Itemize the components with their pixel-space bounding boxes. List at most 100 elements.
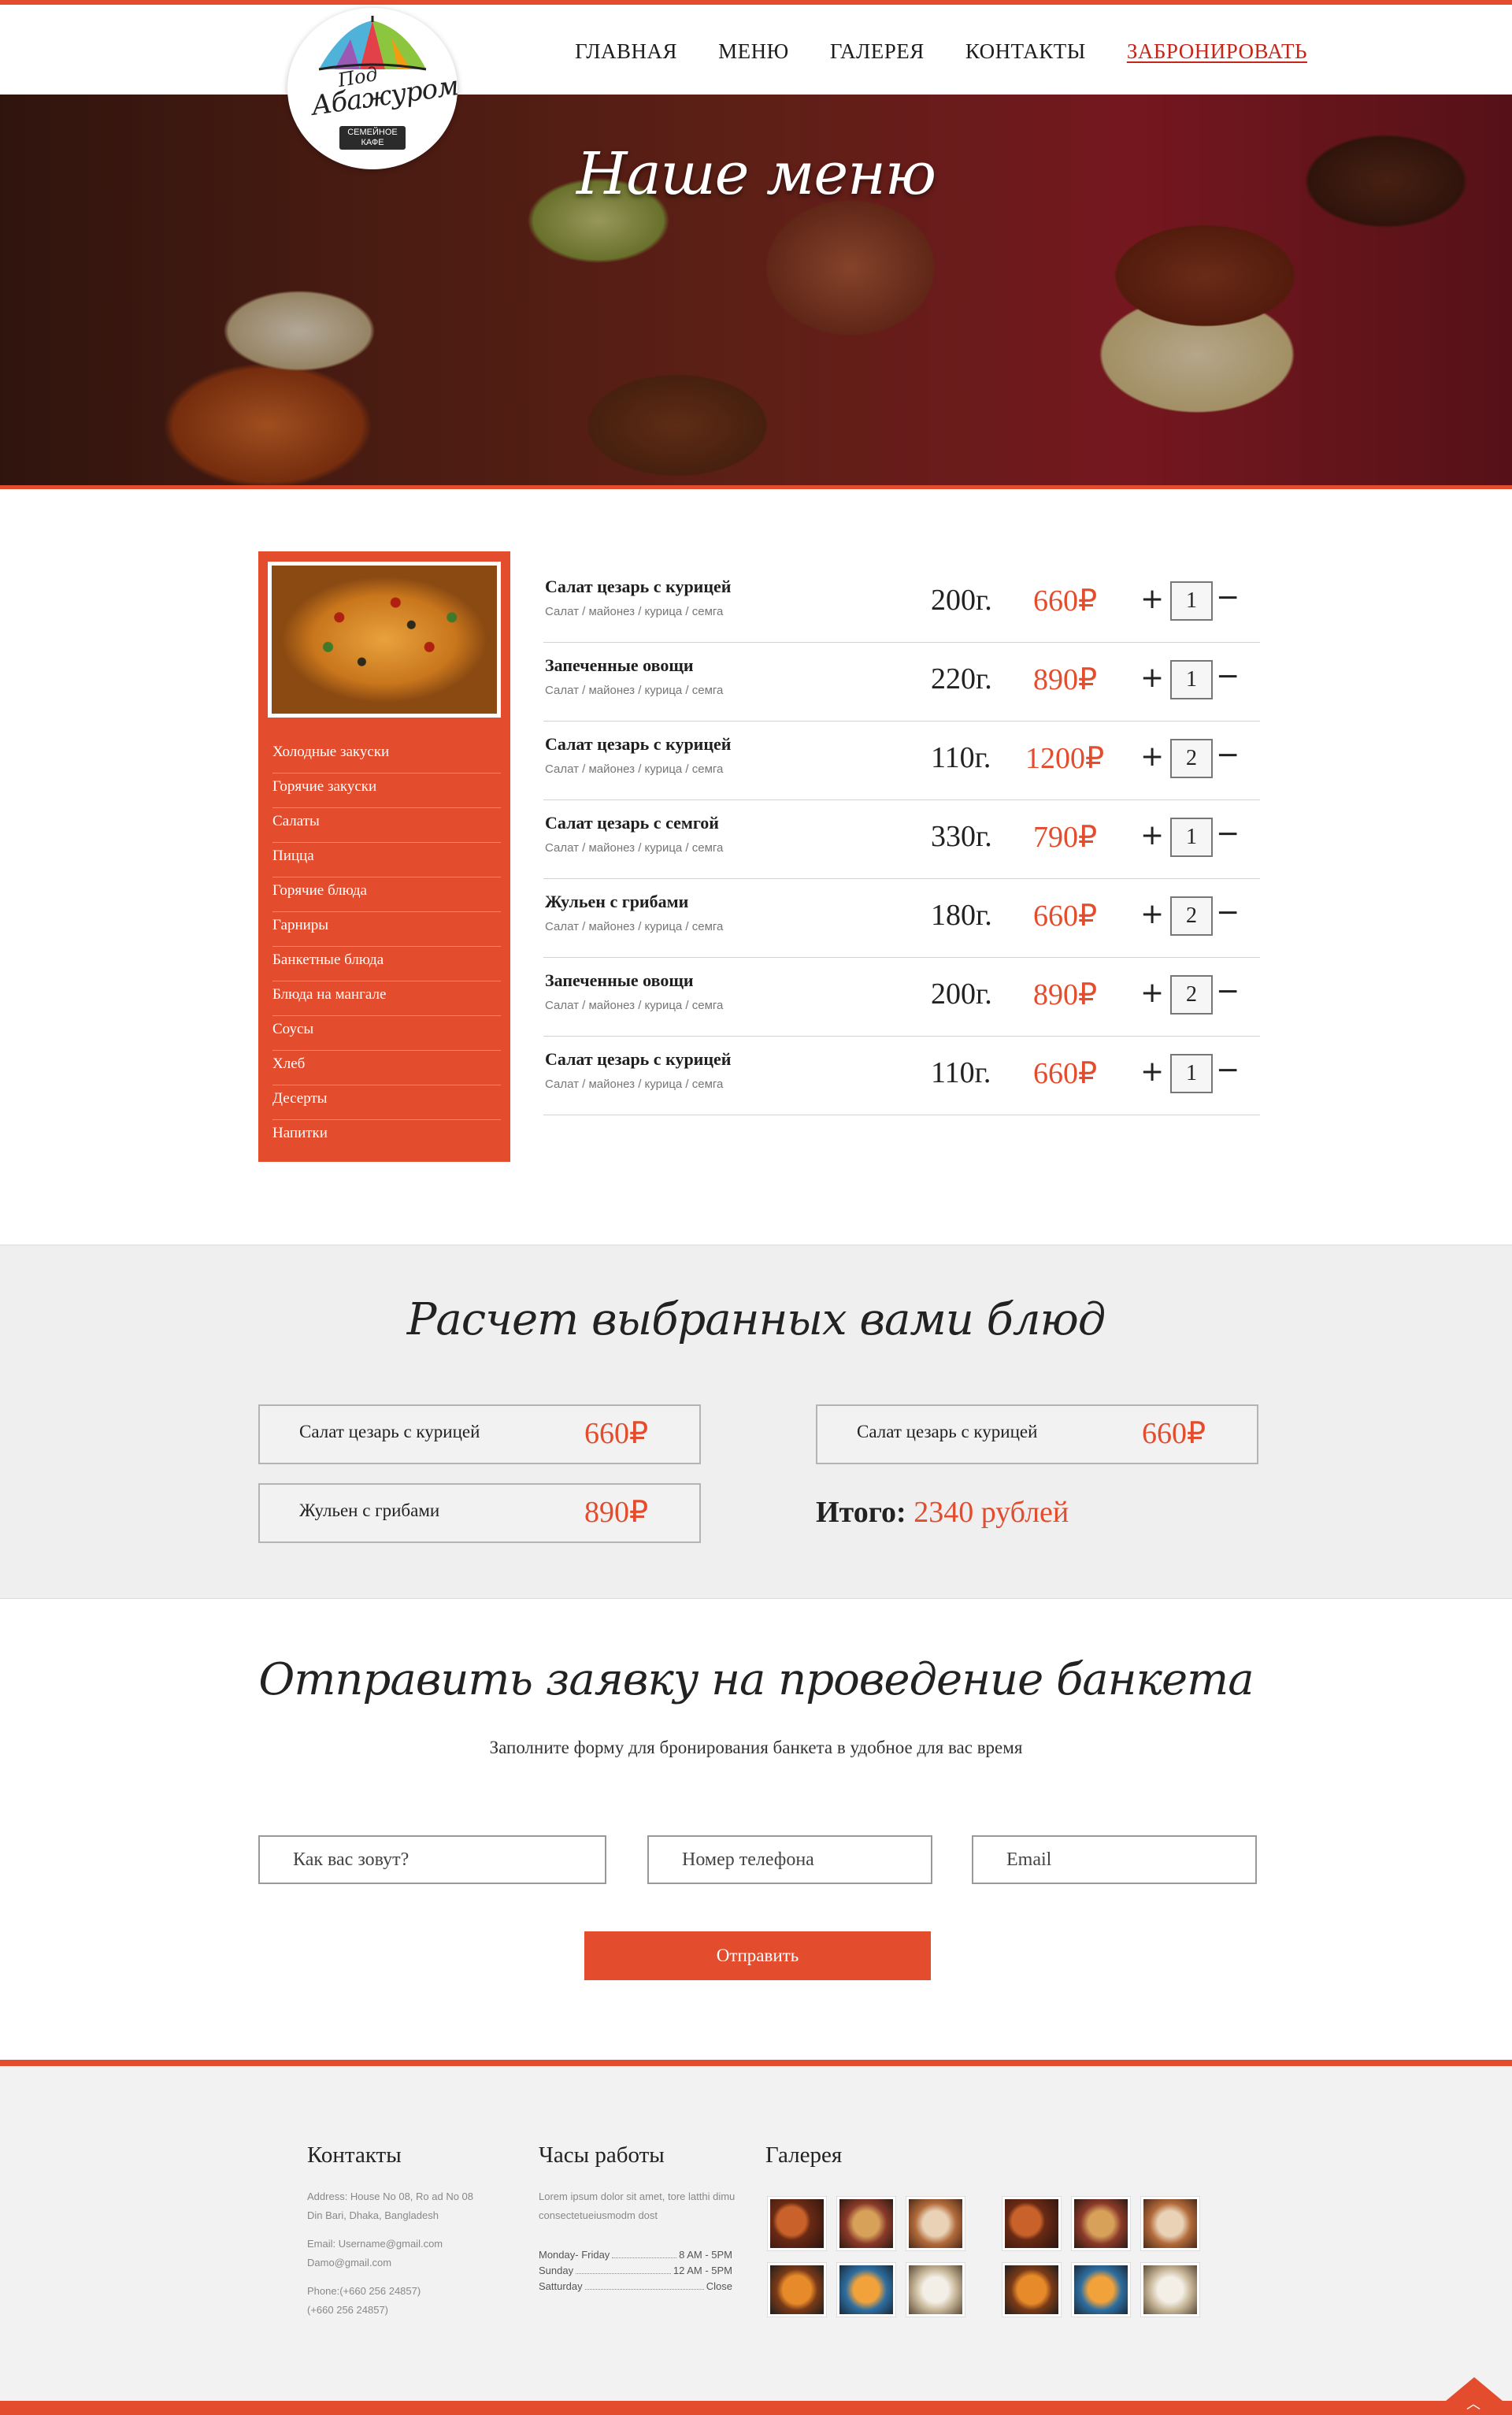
menu-item-price: 660₽ (1033, 1057, 1098, 1090)
category-garnish[interactable]: Гарниры (272, 912, 501, 947)
category-salads[interactable]: Салаты (272, 808, 501, 843)
gallery-thumbnail[interactable] (837, 2197, 895, 2250)
menu-item-weight: 110г. (931, 741, 991, 774)
category-banquet[interactable]: Банкетные блюда (272, 947, 501, 981)
total-value: 2340 рублей (914, 1496, 1069, 1529)
gallery-thumbnail[interactable] (1141, 2263, 1199, 2317)
menu-item-name: Запеченные овощи (545, 970, 694, 990)
plus-icon[interactable]: + (1140, 977, 1164, 1009)
gallery-thumbnail[interactable] (1072, 2263, 1130, 2317)
header: ГЛАВНАЯ МЕНЮ ГАЛЕРЕЯ КОНТАКТЫ ЗАБРОНИРОВ… (0, 5, 1512, 95)
footer-contacts-title: Контакты (307, 2142, 402, 2168)
gallery-thumbnail[interactable] (837, 2263, 895, 2317)
category-desserts[interactable]: Десерты (272, 1085, 501, 1120)
contact-email[interactable]: Damo@gmail.com (307, 2254, 488, 2272)
gallery-thumbnail[interactable] (1002, 2263, 1061, 2317)
quantity-field[interactable]: 2 (1170, 896, 1213, 936)
menu-list: Салат цезарь с курицей Салат / майонез /… (543, 564, 1260, 1115)
hours-time: 12 AM - 5PM (673, 2265, 732, 2276)
quantity-field[interactable]: 1 (1170, 818, 1213, 857)
pizza-image (268, 562, 501, 718)
minus-icon[interactable]: − (1216, 581, 1240, 614)
gallery-thumbnail[interactable] (906, 2197, 965, 2250)
category-hot-appetizers[interactable]: Горячие закуски (272, 773, 501, 808)
nav-menu[interactable]: МЕНЮ (718, 39, 789, 64)
submit-button[interactable]: Отправить (584, 1931, 931, 1980)
minus-icon[interactable]: − (1216, 975, 1240, 1007)
category-sauces[interactable]: Соусы (272, 1016, 501, 1051)
menu-item-name: Салат цезарь с курицей (545, 734, 732, 754)
minus-icon[interactable]: − (1216, 896, 1240, 929)
selected-dish-card: Салат цезарь с курицей 660₽ (258, 1404, 701, 1464)
gallery-thumbnail[interactable] (906, 2263, 965, 2317)
quantity-field[interactable]: 2 (1170, 739, 1213, 778)
selected-dish-card: Салат цезарь с курицей 660₽ (816, 1404, 1258, 1464)
order-calculation: Расчет выбранных вами блюд Салат цезарь … (0, 1245, 1512, 1599)
selected-dish-price: 660₽ (584, 1417, 649, 1450)
menu-item-description: Салат / майонез / курица / семга (545, 762, 724, 776)
menu-item-weight: 200г. (931, 584, 992, 617)
menu-item-name: Салат цезарь с курицей (545, 1049, 732, 1069)
selected-dish-name: Салат цезарь с курицей (857, 1422, 1038, 1441)
request-subtitle: Заполните форму для бронирования банкета… (489, 1738, 1023, 1757)
contact-phone[interactable]: Phone:(+660 256 24857) (307, 2282, 488, 2301)
plus-icon[interactable]: + (1140, 662, 1164, 694)
nav-gallery[interactable]: ГАЛЕРЕЯ (830, 39, 925, 64)
menu-item-weight: 200г. (931, 978, 992, 1011)
quantity-field[interactable]: 1 (1170, 1054, 1213, 1093)
category-list: Холодные закуски Горячие закуски Салаты … (272, 739, 501, 1155)
category-pizza[interactable]: Пицца (272, 843, 501, 877)
name-field[interactable] (258, 1835, 606, 1884)
menu-item-weight: 330г. (931, 820, 992, 853)
plus-icon[interactable]: + (1140, 740, 1164, 773)
minus-icon[interactable]: − (1216, 739, 1240, 771)
minus-icon[interactable]: − (1216, 1054, 1240, 1086)
category-hot-dishes[interactable]: Горячие блюда (272, 877, 501, 912)
category-bread[interactable]: Хлеб (272, 1051, 501, 1085)
menu-item-price: 660₽ (1033, 584, 1098, 618)
category-sidebar: Холодные закуски Горячие закуски Салаты … (258, 551, 510, 1162)
category-drinks[interactable]: Напитки (272, 1120, 501, 1155)
plus-icon[interactable]: + (1140, 1055, 1164, 1088)
quantity-field[interactable]: 2 (1170, 975, 1213, 1015)
scroll-top-icon[interactable]: ︿ (1466, 2393, 1480, 2413)
quantity-field[interactable]: 1 (1170, 581, 1213, 621)
menu-item: Салат цезарь с семгой Салат / майонез / … (543, 800, 1260, 879)
menu-item: Запеченные овощи Салат / майонез / куриц… (543, 958, 1260, 1037)
menu-item-name: Салат цезарь с курицей (545, 577, 732, 596)
request-title: Отправить заявку на проведение банкета (258, 1654, 1254, 1705)
footer-bottom-bar (0, 2401, 1512, 2415)
footer-hours-title: Часы работы (539, 2142, 665, 2168)
category-cold-appetizers[interactable]: Холодные закуски (272, 739, 501, 773)
category-grill[interactable]: Блюда на мангале (272, 981, 501, 1016)
quantity-field[interactable]: 1 (1170, 660, 1213, 699)
nav-booking[interactable]: ЗАБРОНИРОВАТЬ (1127, 39, 1307, 64)
nav-home[interactable]: ГЛАВНАЯ (575, 39, 677, 64)
menu-item-name: Жульен с грибами (545, 892, 689, 911)
hours-intro: Lorem ipsum dolor sit amet, tore latthi … (539, 2191, 736, 2221)
gallery-thumbnail[interactable] (768, 2263, 826, 2317)
hours-table: Monday- Friday 8 AM - 5PM Sunday 12 AM -… (539, 2247, 732, 2294)
selected-dish-price: 660₽ (1142, 1417, 1206, 1450)
gallery-thumbnail[interactable] (1141, 2197, 1199, 2250)
plus-icon[interactable]: + (1140, 898, 1164, 930)
gallery-thumbnail[interactable] (1002, 2197, 1061, 2250)
logo[interactable]: Под Абажуром СЕМЕЙНОЕ КАФЕ (287, 8, 458, 169)
nav-contacts[interactable]: КОНТАКТЫ (965, 39, 1086, 64)
email-field[interactable] (972, 1835, 1257, 1884)
minus-icon[interactable]: − (1216, 660, 1240, 692)
contact-email[interactable]: Email: Username@gmail.com (307, 2235, 488, 2254)
menu-item: Жульен с грибами Салат / майонез / куриц… (543, 879, 1260, 958)
gallery-thumbnail[interactable] (768, 2197, 826, 2250)
gallery-thumbnail[interactable] (1072, 2197, 1130, 2250)
total-label: Итого: (816, 1496, 906, 1529)
contact-phone: (+660 256 24857) (307, 2304, 389, 2316)
plus-icon[interactable]: + (1140, 583, 1164, 615)
plus-icon[interactable]: + (1140, 819, 1164, 851)
footer-contacts: Address: House No 08, Ro ad No 08 Din Ba… (307, 2187, 488, 2320)
menu-item: Салат цезарь с курицей Салат / майонез /… (543, 722, 1260, 800)
menu-item-price: 790₽ (1033, 821, 1098, 854)
menu-item-description: Салат / майонез / курица / семга (545, 999, 724, 1012)
phone-field[interactable] (647, 1835, 932, 1884)
minus-icon[interactable]: − (1216, 818, 1240, 850)
